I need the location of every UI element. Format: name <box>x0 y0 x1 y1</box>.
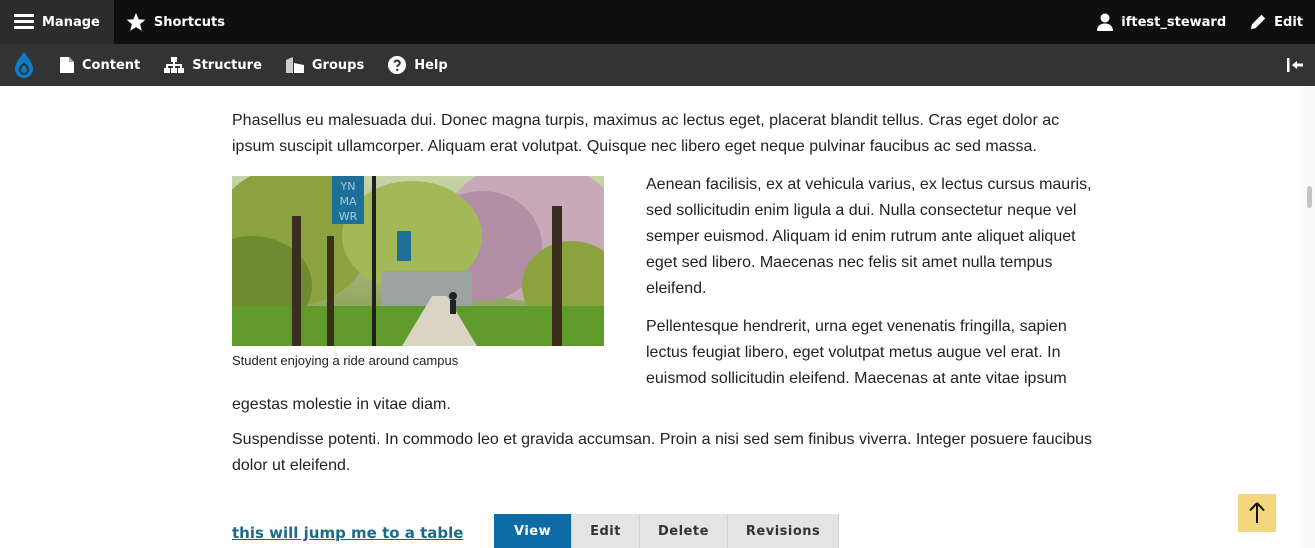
tray-label-groups: Groups <box>311 57 365 73</box>
sitemap-icon <box>164 57 185 73</box>
image-figure: YN MA WR Student enjoying a ride around … <box>232 176 604 370</box>
shortcuts-label: Shortcuts <box>153 14 225 30</box>
arrow-up-icon <box>1249 502 1265 523</box>
tray-item-help[interactable]: Help <box>376 44 459 86</box>
pencil-icon <box>1251 14 1266 30</box>
tray-orientation-toggle[interactable] <box>1275 44 1315 86</box>
tray-item-groups[interactable]: Groups <box>274 44 376 86</box>
collapse-left-icon <box>1287 58 1303 72</box>
drupal-drop-icon <box>15 52 33 78</box>
document-icon <box>60 57 74 73</box>
local-tasks-tabs: View Edit Delete Revisions <box>494 514 840 548</box>
home-link[interactable] <box>0 44 48 86</box>
user-menu-button[interactable]: iftest_steward <box>1085 0 1238 44</box>
scrollbar-thumb[interactable] <box>1307 186 1312 208</box>
article-body: Phasellus eu malesuada dui. Donec magna … <box>232 108 1092 479</box>
edit-mode-button[interactable]: Edit <box>1238 0 1315 44</box>
svg-text:MA: MA <box>339 195 356 208</box>
admin-toolbar: Manage Shortcuts iftest_steward Edit <box>0 0 1315 44</box>
admin-tray: Content Structure Groups Help <box>0 44 1315 86</box>
tab-edit[interactable]: Edit <box>572 514 640 548</box>
tray-label-help: Help <box>414 57 448 73</box>
tab-view[interactable]: View <box>494 514 573 548</box>
tray-label-content: Content <box>82 57 141 73</box>
shortcuts-button[interactable]: Shortcuts <box>114 0 237 44</box>
edit-label: Edit <box>1274 14 1303 30</box>
tab-delete[interactable]: Delete <box>639 514 728 548</box>
help-icon <box>388 56 407 74</box>
tray-item-content[interactable]: Content <box>48 44 152 86</box>
tray-item-structure[interactable]: Structure <box>152 44 274 86</box>
page-scrollbar[interactable] <box>1303 86 1315 548</box>
manage-button[interactable]: Manage <box>0 0 114 44</box>
manage-label: Manage <box>42 14 100 30</box>
bottom-row: this will jump me to a table View Edit D… <box>232 514 852 548</box>
star-icon <box>126 12 146 31</box>
buildings-icon <box>285 57 304 73</box>
back-to-top-button[interactable] <box>1238 494 1276 532</box>
svg-text:YN: YN <box>340 180 356 193</box>
hamburger-icon <box>14 14 34 30</box>
svg-text:WR: WR <box>339 210 358 223</box>
jump-to-table-link[interactable]: this will jump me to a table <box>232 524 463 542</box>
user-icon <box>1097 13 1114 31</box>
username-label: iftest_steward <box>1121 14 1227 30</box>
campus-photo: YN MA WR <box>232 176 604 346</box>
tray-label-structure: Structure <box>192 57 262 73</box>
closing-paragraph: Suspendisse potenti. In commodo leo et g… <box>232 431 1093 474</box>
tab-revisions[interactable]: Revisions <box>727 514 840 548</box>
image-caption: Student enjoying a ride around campus <box>232 353 459 368</box>
intro-paragraph: Phasellus eu malesuada dui. Donec magna … <box>232 112 1060 155</box>
